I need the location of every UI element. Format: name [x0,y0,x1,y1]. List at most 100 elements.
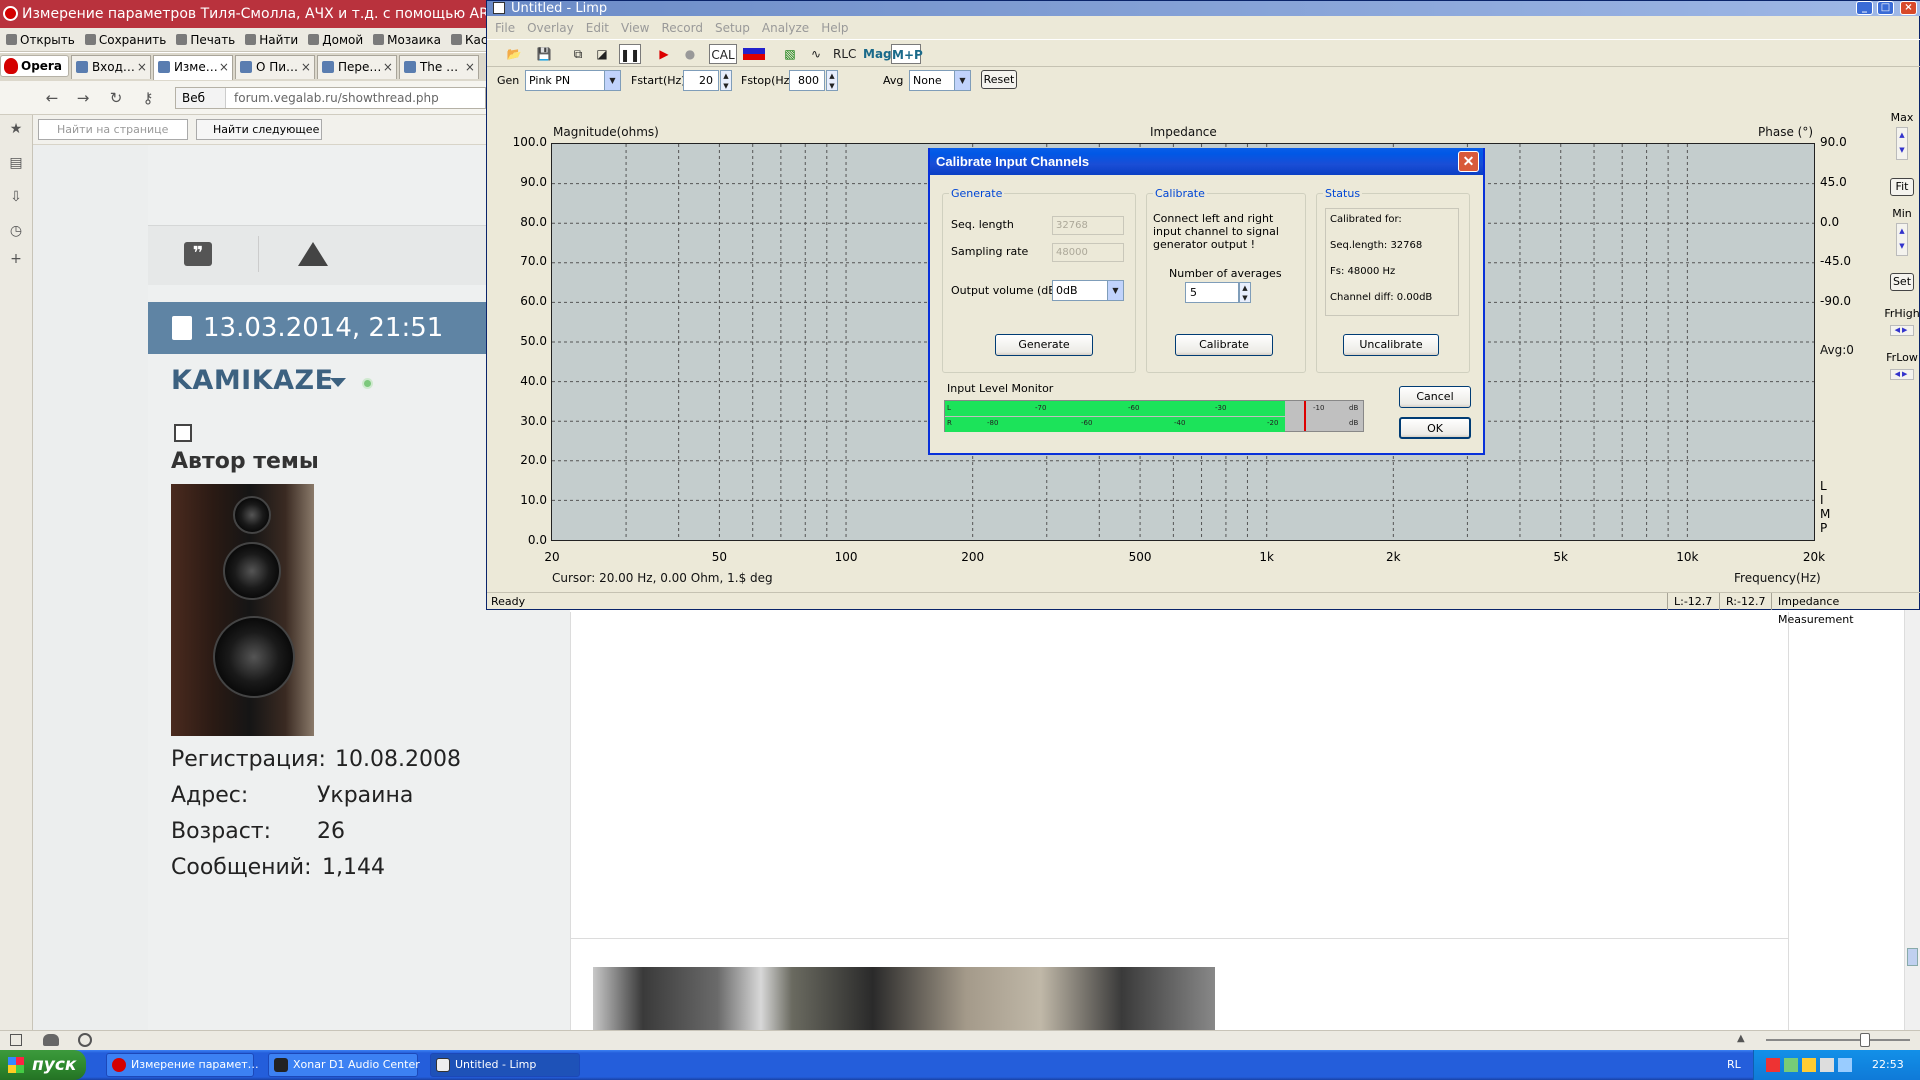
fstop-input[interactable]: 800 [789,70,825,91]
stop-icon[interactable]: ● [679,44,701,64]
scrollbar-thumb[interactable] [1907,948,1918,966]
zoom-slider[interactable] [1766,1039,1910,1041]
mp-button[interactable]: M+P [891,44,923,64]
fstart-input[interactable]: 20 [683,70,719,91]
overlay-icon[interactable]: ◪ [591,44,613,64]
averages-stepper[interactable]: ▲ ▼ [1239,282,1251,303]
quote-icon[interactable]: ❞ [184,242,212,266]
task-xonar[interactable]: Xonar D1 Audio Center [268,1053,420,1077]
task-limp[interactable]: Untitled - Limp [430,1053,580,1077]
cal-button[interactable]: CAL [709,44,737,64]
open-button[interactable]: Открыть [6,33,75,47]
tab-2[interactable]: Изме… × [152,55,233,80]
cancel-button[interactable]: Cancel [1399,386,1471,408]
tab-1[interactable]: Вход… × [70,55,151,79]
notes-icon[interactable]: ▤ [8,155,24,171]
cloud-icon[interactable] [43,1034,59,1046]
post-image-speakers[interactable] [593,967,1215,1030]
print-button[interactable]: Печать [176,33,235,47]
menu-view[interactable]: View [621,18,649,38]
user-menu-chevron-icon[interactable] [330,378,346,387]
copy-icon[interactable]: ⧉ [567,44,589,64]
save-file-icon[interactable]: 💾 [533,44,555,64]
spectrum-icon[interactable]: ▧ [779,44,801,64]
close-tab-icon[interactable]: × [219,56,229,78]
tray-speaker-icon[interactable] [1820,1058,1834,1072]
fstart-stepper[interactable]: ▲ ▼ [720,70,732,91]
pause-button[interactable]: ❚❚ [619,44,642,64]
language-indicator[interactable]: RL [1727,1050,1741,1080]
channels-icon[interactable] [743,48,765,60]
tab-5[interactable]: The … × [398,55,479,79]
warning-icon[interactable] [298,242,328,266]
fit-button[interactable]: Fit [1890,178,1914,196]
task-opera[interactable]: Измерение парамет… [106,1053,259,1077]
averages-input[interactable]: 5 [1185,282,1239,303]
maximize-button[interactable]: □ [1877,1,1894,15]
post-select-checkbox[interactable] [174,424,192,442]
tab-4[interactable]: Пере… × [316,55,397,79]
start-button[interactable]: пуск [0,1050,86,1080]
username-link[interactable]: KAMIKAZE [171,365,334,396]
uncalibrate-button[interactable]: Uncalibrate [1343,334,1439,356]
history-icon[interactable]: ◷ [8,223,24,239]
dialog-close-button[interactable]: ✕ [1458,151,1479,172]
open-file-icon[interactable]: 📂 [503,44,525,64]
close-tab-icon[interactable]: × [137,56,147,78]
max-stepper[interactable]: ▲ ▼ [1896,127,1908,160]
min-stepper[interactable]: ▲ ▼ [1896,223,1908,256]
close-button[interactable]: × [1900,1,1917,15]
mag-button[interactable]: Mag [863,44,892,64]
find-next-button[interactable]: Найти следующее [196,119,322,140]
calibrate-button[interactable]: Calibrate [1175,334,1273,356]
fstop-stepper[interactable]: ▲ ▼ [826,70,838,91]
gen-select[interactable]: Pink PN ▼ [525,70,621,91]
cascade-button[interactable]: Каск [451,33,486,47]
waveform-icon[interactable]: ∿ [805,44,827,64]
tray-shield-icon[interactable] [1802,1058,1816,1072]
tab-3[interactable]: О Пи… × [234,55,315,79]
find-input[interactable]: Найти на странице [38,119,188,140]
menu-overlay[interactable]: Overlay [527,18,574,38]
home-button[interactable]: Домой [308,33,363,47]
frlow-arrows[interactable]: ◀▶ [1890,369,1914,380]
frhigh-arrows[interactable]: ◀▶ [1890,325,1914,336]
ok-button[interactable]: OK [1399,417,1471,439]
add-panel-icon[interactable]: + [8,251,24,267]
key-icon[interactable]: ⚷ [140,90,156,106]
opera-menu-button[interactable]: Opera [0,55,69,77]
tile-button[interactable]: Мозаика [373,33,441,47]
zoom-slider-knob[interactable] [1860,1033,1870,1047]
avg-select[interactable]: None ▼ [909,70,971,91]
page-scrollbar[interactable] [1904,608,1920,1030]
address-bar[interactable]: Веб forum.vegalab.ru/showthread.php [175,87,486,109]
menu-file[interactable]: File [495,18,515,38]
tray-network-icon[interactable] [1784,1058,1798,1072]
generate-button[interactable]: Generate [995,334,1093,356]
panel-toggle-icon[interactable] [10,1034,22,1046]
minimize-button[interactable]: _ [1856,1,1873,15]
reload-icon[interactable]: ↻ [108,90,124,106]
download-icon[interactable]: ⇩ [8,189,24,205]
menu-help[interactable]: Help [821,18,848,38]
close-tab-icon[interactable]: × [301,56,311,78]
record-play-icon[interactable]: ▶ [653,44,675,64]
reset-button[interactable]: Reset [981,70,1017,89]
output-volume-select[interactable]: 0dB ▼ [1052,280,1124,301]
tray-app-icon[interactable] [1766,1058,1780,1072]
zoom-up-icon[interactable]: ▲ [1737,1033,1745,1044]
rlc-button[interactable]: RLC [833,44,856,64]
tray-monitor-icon[interactable] [1838,1058,1852,1072]
star-icon[interactable]: ★ [8,121,24,137]
close-tab-icon[interactable]: × [383,56,393,78]
menu-edit[interactable]: Edit [586,18,609,38]
find-button[interactable]: Найти [245,33,298,47]
menu-analyze[interactable]: Analyze [762,18,809,38]
forward-arrow-icon[interactable]: → [75,90,91,106]
speed-dial-icon[interactable] [78,1033,92,1047]
menu-record[interactable]: Record [661,18,702,38]
close-tab-icon[interactable]: × [465,56,475,78]
save-button[interactable]: Сохранить [84,33,166,47]
set-button[interactable]: Set [1890,273,1914,291]
back-arrow-icon[interactable]: ← [44,90,60,106]
